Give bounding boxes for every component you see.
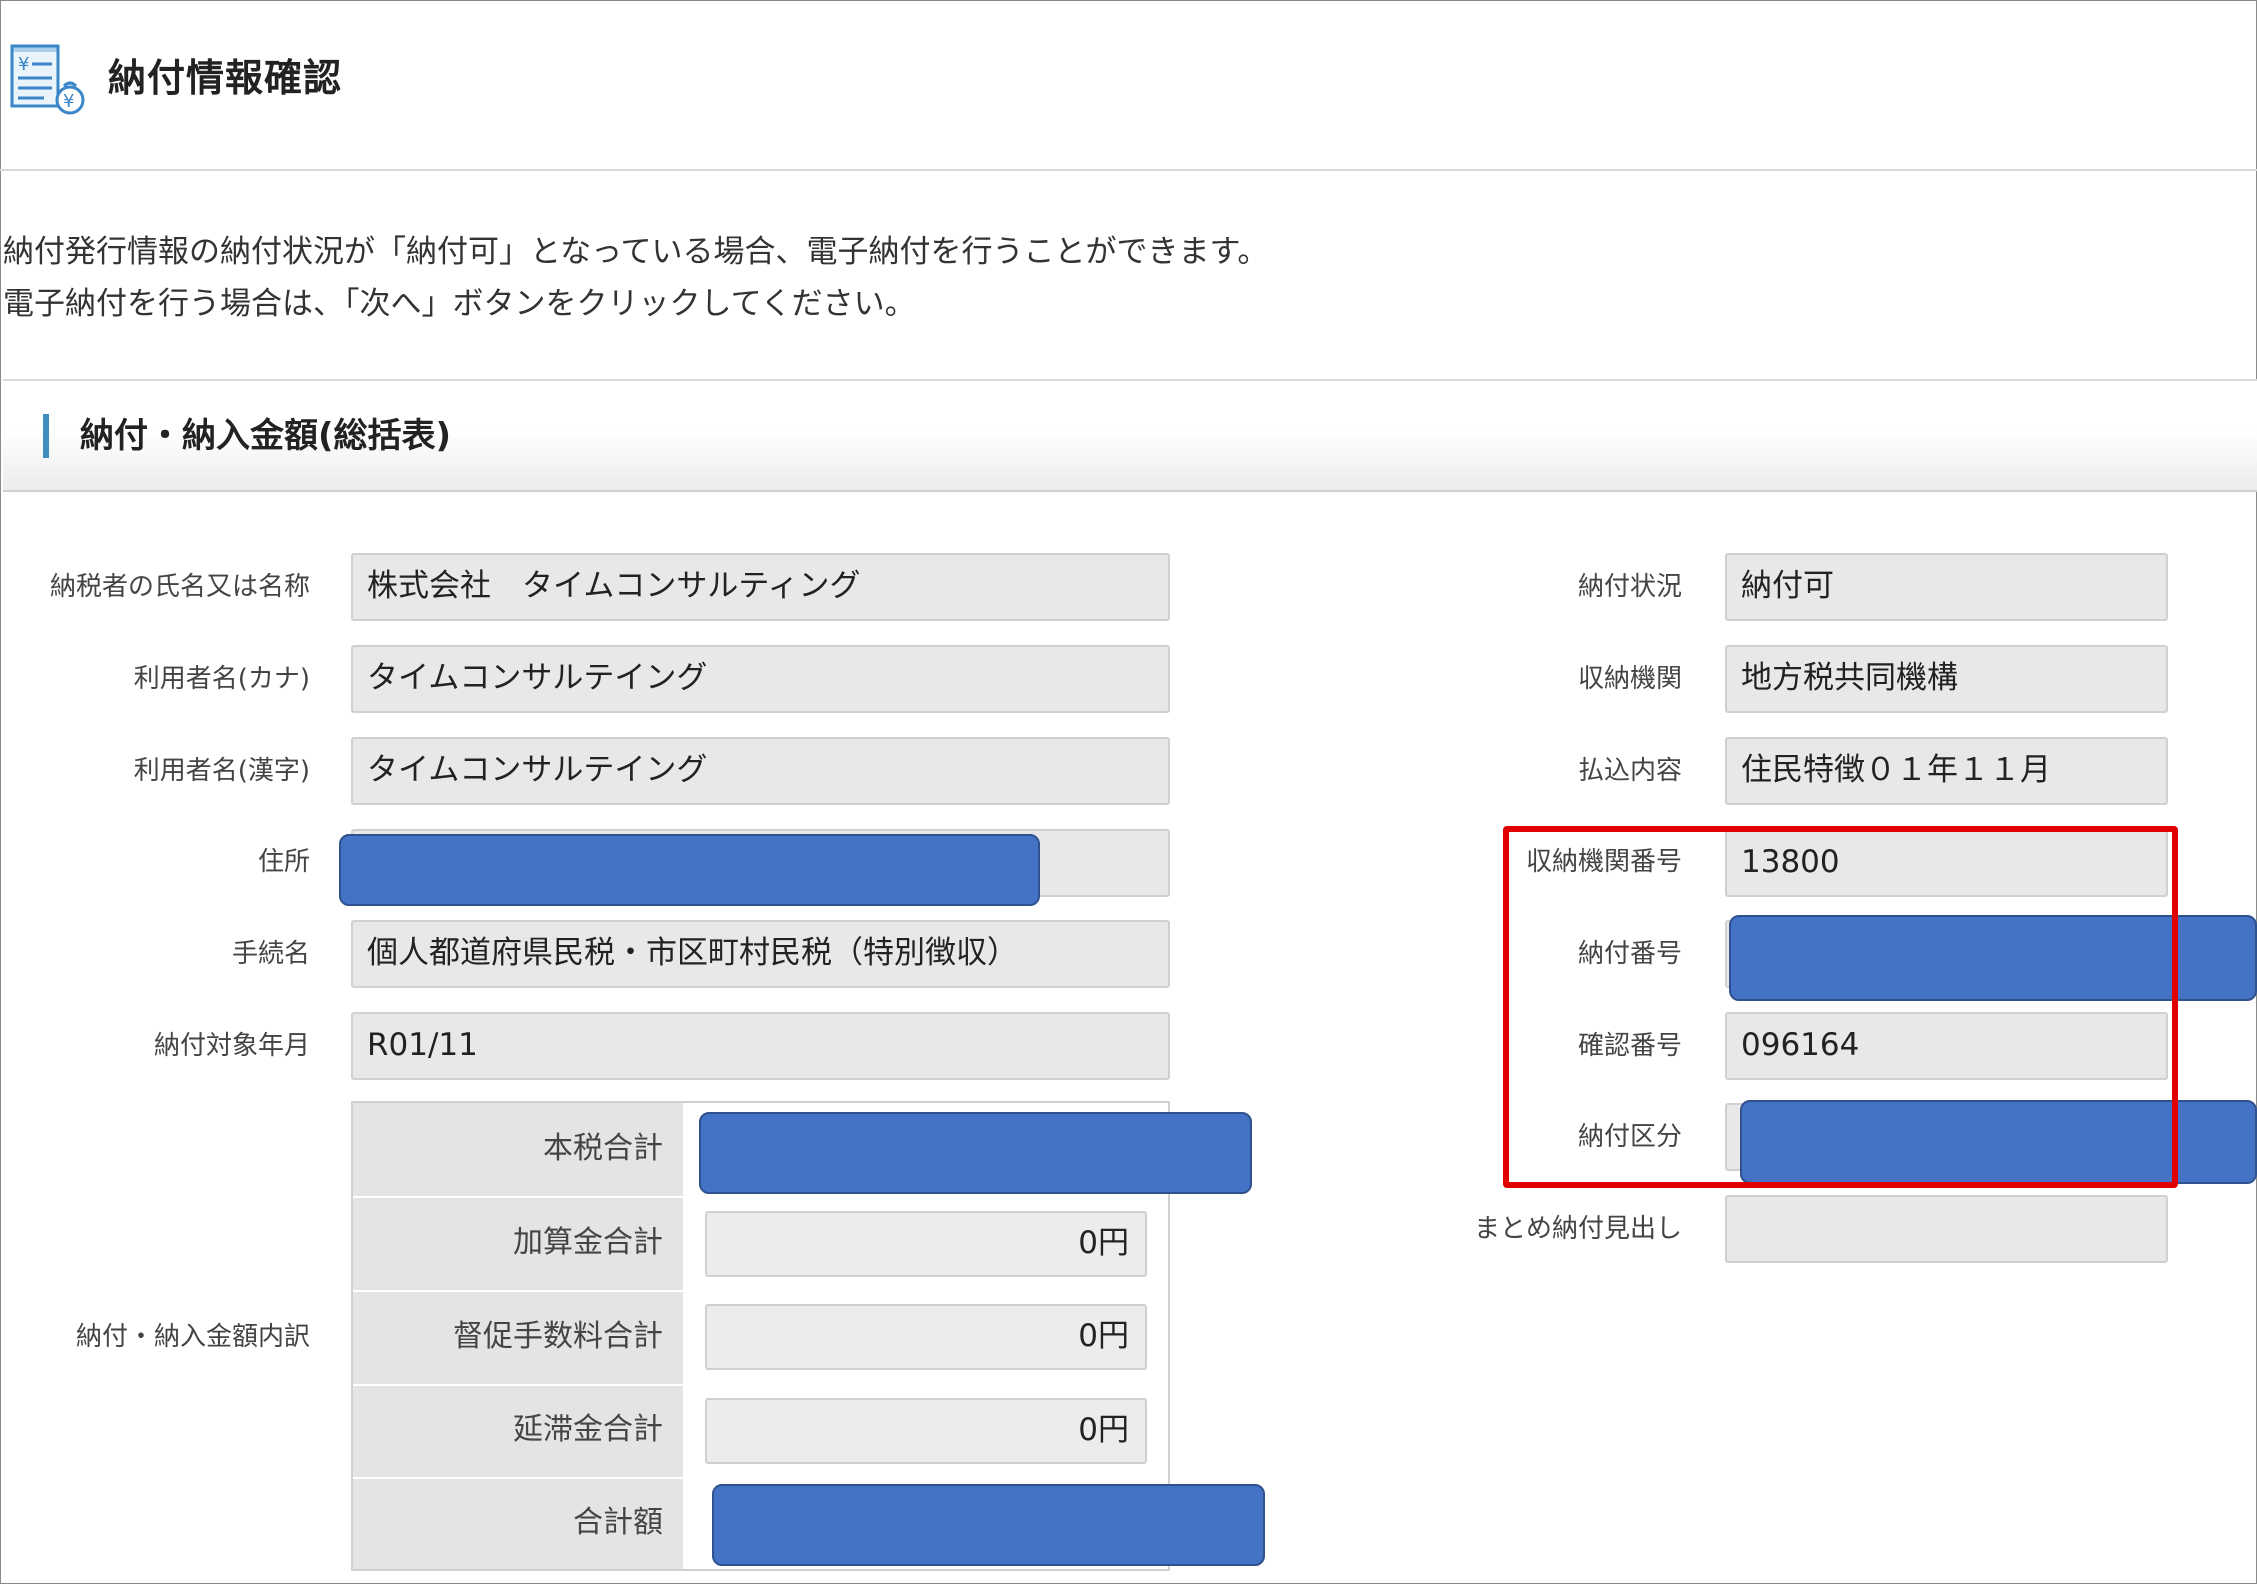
additional-tax-total-field: 0円 [705,1211,1147,1277]
payment-content-label: 払込内容 [1577,756,1682,786]
user-kanji-label: 利用者名(漢字) [133,756,310,786]
svg-text:¥: ¥ [63,91,74,112]
highlight-box [1503,826,2178,1188]
base-tax-total-redaction [699,1112,1252,1194]
taxpayer-name-field: 株式会社 タイムコンサルティング [351,553,1170,621]
delinquency-total-field: 0円 [705,1398,1147,1464]
table-row-divider [353,1196,1168,1198]
notice-line-1: 納付発行情報の納付状況が「納付可」となっている場合、電子納付を行うことができます… [3,234,1269,270]
payment-document-icon: ¥ ¥ [8,42,86,118]
institution-field: 地方税共同機構 [1725,645,2168,713]
user-kana-label: 利用者名(カナ) [133,664,310,694]
base-tax-total-label: 本税合計 [543,1131,663,1166]
dunning-fee-total-label: 督促手数料合計 [453,1319,663,1354]
svg-text:¥: ¥ [18,54,29,75]
grand-total-label: 合計額 [573,1505,663,1540]
address-label: 住所 [257,847,310,877]
grand-total-redaction [712,1484,1265,1566]
institution-label: 収納機関 [1577,664,1682,694]
table-row-divider [353,1384,1168,1386]
header-divider [0,169,2257,171]
address-redaction [339,834,1040,906]
table-row-divider [353,1290,1168,1292]
dunning-fee-total-field: 0円 [705,1304,1147,1370]
user-kana-field: タイムコンサルテイング [351,645,1170,713]
procedure-label: 手続名 [231,939,310,969]
procedure-field: 個人都道府県民税・市区町村民税（特別徴収） [351,920,1170,988]
section-title: 納付・納入金額(総括表) [80,416,452,456]
taxpayer-name-label: 納税者の氏名又は名称 [49,572,310,602]
target-month-label: 納付対象年月 [153,1031,310,1061]
payment-status-label: 納付状況 [1577,572,1682,602]
summary-heading-label: まとめ納付見出し [1473,1214,1682,1244]
delinquency-total-label: 延滞金合計 [513,1412,663,1447]
page-title: 納付情報確認 [108,56,343,100]
notice-line-2: 電子納付を行う場合は、「次へ」ボタンをクリックしてください。 [3,286,916,322]
payment-content-field: 住民特徴０１年１１月 [1725,737,2168,805]
payment-status-field: 納付可 [1725,553,2168,621]
summary-heading-field [1725,1195,2168,1263]
additional-tax-total-label: 加算金合計 [513,1225,663,1260]
breakdown-label: 納付・納入金額内訳 [75,1322,310,1352]
target-month-field: R01/11 [351,1012,1170,1080]
section-accent-bar [43,414,49,458]
user-kanji-field: タイムコンサルテイング [351,737,1170,805]
table-row-divider [353,1477,1168,1479]
